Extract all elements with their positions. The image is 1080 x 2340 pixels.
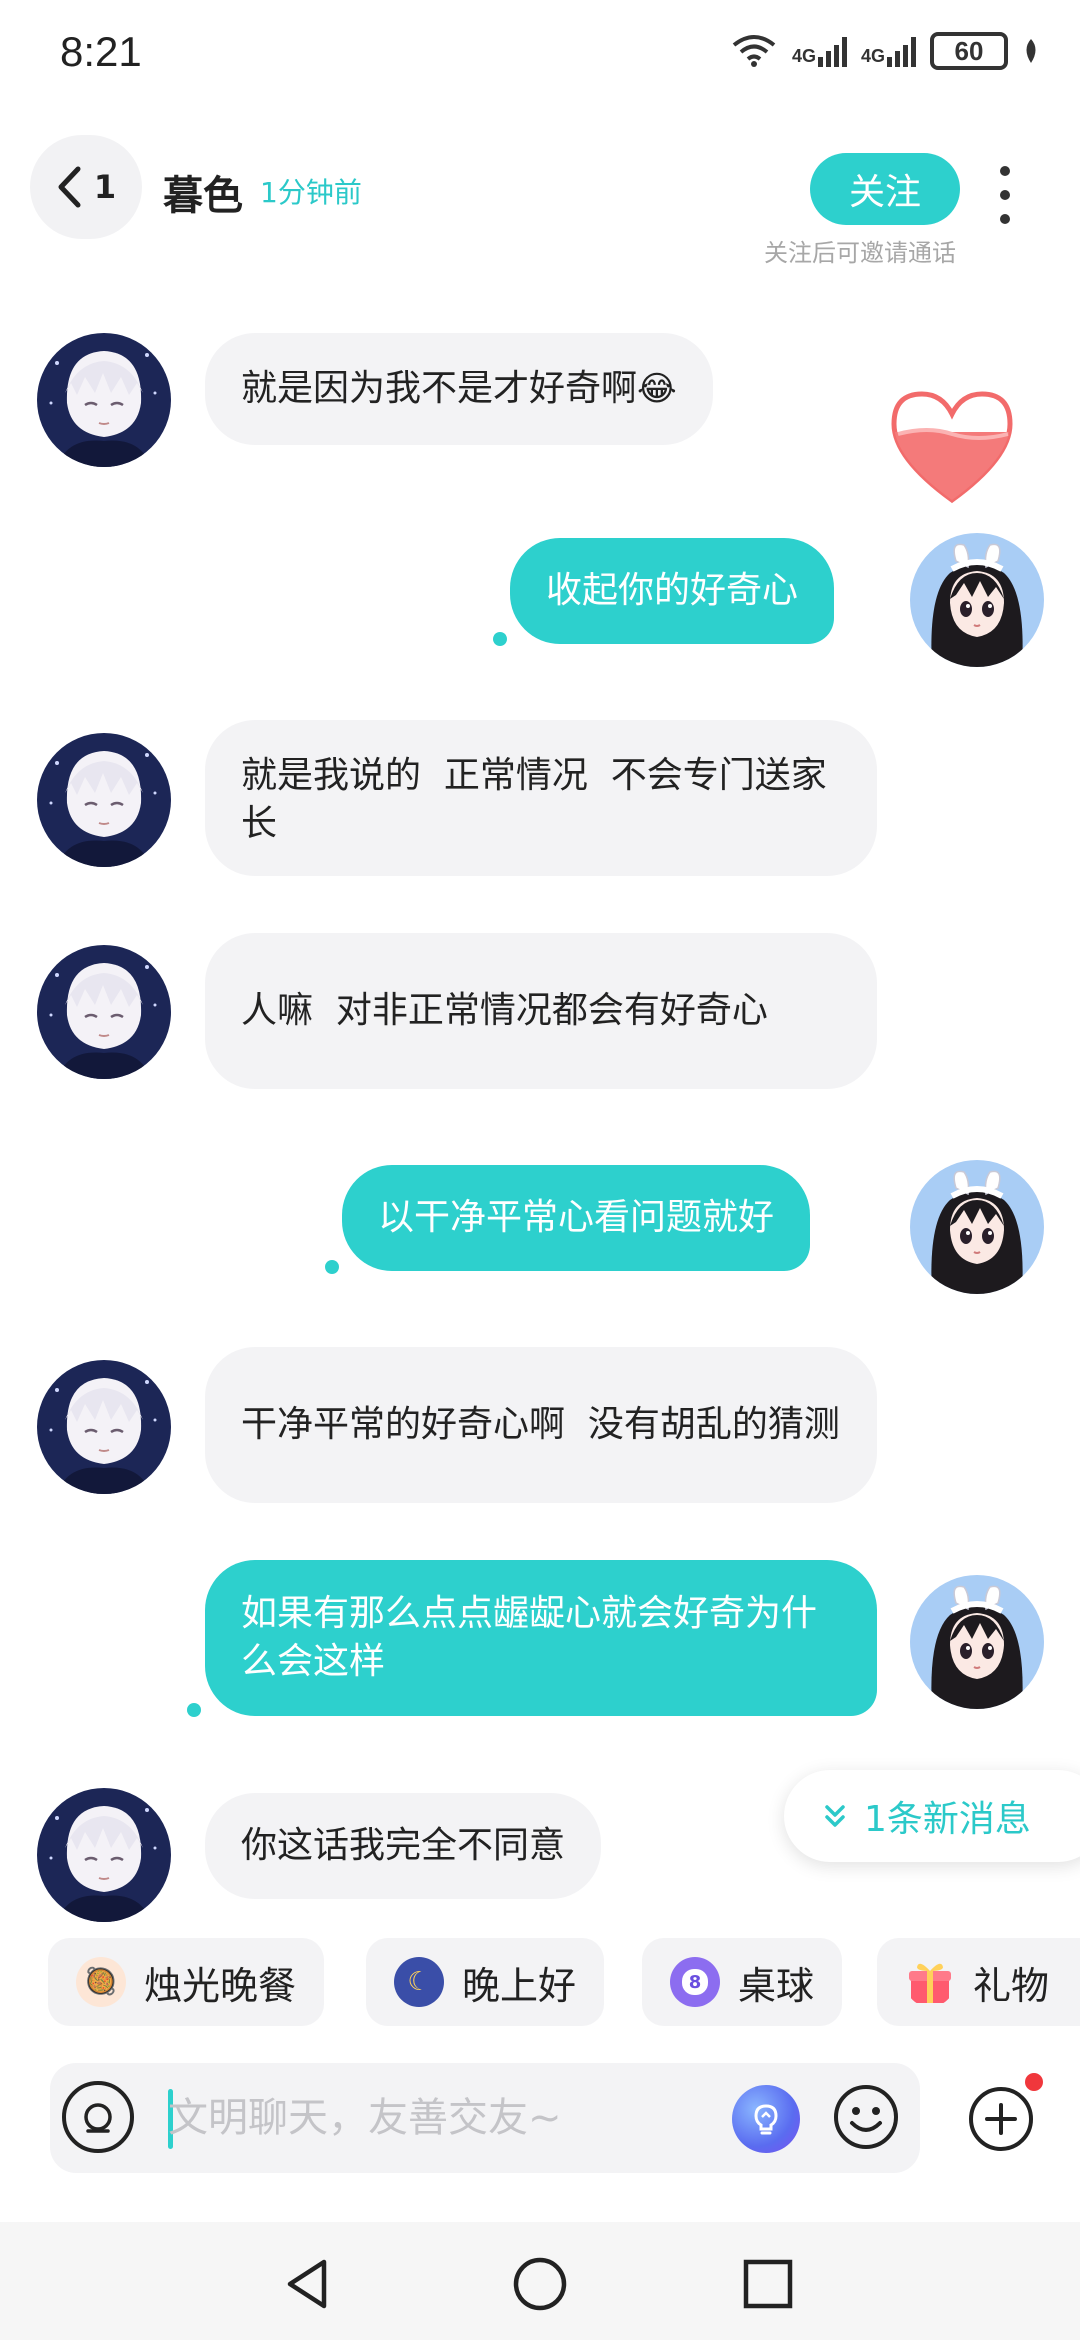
avatar-image	[37, 1360, 171, 1494]
signal-1: 4G	[792, 35, 847, 67]
battery-indicator: 60	[930, 32, 1008, 70]
read-indicator	[493, 632, 507, 646]
laughing-emoji-icon: 😂	[637, 369, 677, 409]
message-bubble-outgoing[interactable]: 如果有那么点点龌龊心就会好奇为什么会这样	[205, 1560, 877, 1716]
read-indicator	[187, 1703, 201, 1717]
last-seen-status: 1分钟前	[260, 176, 362, 209]
message-input[interactable]	[168, 2085, 768, 2151]
avatar-image	[37, 733, 171, 867]
notification-dot	[1025, 2073, 1043, 2091]
avatar-image	[37, 333, 171, 467]
follow-hint: 关注后可邀请通话	[764, 239, 956, 267]
my-avatar[interactable]	[910, 1575, 1044, 1709]
emoji-button[interactable]	[830, 2081, 902, 2153]
dot-icon	[1000, 214, 1010, 224]
chip-label: 晚上好	[462, 1963, 577, 2008]
contact-name[interactable]: 暮色	[163, 163, 243, 221]
message-bubble-incoming[interactable]: 就是因为我不是才好奇啊 😂	[205, 333, 713, 445]
signal-bars-icon	[817, 35, 847, 67]
dot-icon	[1000, 166, 1010, 176]
moon-icon: ☾	[394, 1957, 444, 2007]
message-text: 你这话我完全不同意	[241, 1825, 566, 1866]
status-icons: 4G 4G 60	[730, 32, 1040, 70]
contact-avatar[interactable]	[37, 1788, 171, 1922]
message-text: 干净平常的好奇心啊 没有胡乱的猜测	[241, 1404, 840, 1445]
signal-bars-icon	[887, 35, 916, 67]
follow-button[interactable]: 关注	[810, 153, 960, 225]
dot-icon	[1000, 190, 1010, 200]
chip-label: 礼物	[973, 1963, 1050, 2008]
add-attachment-button[interactable]	[965, 2083, 1037, 2155]
status-bar: 8:21 4G 4G 60	[0, 0, 1080, 105]
voice-input-button[interactable]	[62, 2081, 134, 2153]
network-type-label: 4G	[860, 46, 885, 66]
lightbulb-icon	[754, 2104, 778, 2135]
quick-chip-gift[interactable]: 礼物	[877, 1938, 1080, 2026]
avatar-image	[910, 1575, 1044, 1709]
status-time: 8:21	[60, 28, 142, 75]
message-bubble-outgoing[interactable]: 以干净平常心看问题就好	[342, 1165, 811, 1271]
unread-count: 1	[93, 168, 117, 206]
my-avatar[interactable]	[910, 533, 1044, 667]
message-bubble-incoming[interactable]: 人嘛 对非正常情况都会有好奇心	[205, 933, 877, 1089]
message-text: 收起你的好奇心	[546, 570, 799, 611]
new-message-pill[interactable]: 1条新消息	[784, 1770, 1080, 1862]
message-bubble-incoming[interactable]: 就是我说的 正常情况 不会专门送家长	[205, 720, 877, 876]
message-bubble-incoming[interactable]: 干净平常的好奇心啊 没有胡乱的猜测	[205, 1347, 877, 1503]
avatar-image	[910, 533, 1044, 667]
contact-avatar[interactable]	[37, 733, 171, 867]
more-options-button[interactable]	[985, 160, 1025, 230]
signal-2: 4G	[861, 35, 916, 67]
message-text: 人嘛 对非正常情况都会有好奇心	[241, 990, 768, 1031]
my-avatar[interactable]	[910, 1160, 1044, 1294]
quick-chip-billiards[interactable]: 8 桌球	[642, 1938, 843, 2026]
ball-number: 8	[682, 1969, 708, 1995]
candle-dinner-icon: 🥘	[76, 1957, 126, 2007]
ai-assistant-button[interactable]	[732, 2085, 800, 2153]
nav-home-button[interactable]	[510, 2254, 570, 2314]
quick-chip-good-evening[interactable]: ☾ 晚上好	[366, 1938, 605, 2026]
chip-label: 烛光晚餐	[144, 1963, 297, 2008]
gift-icon	[909, 1963, 951, 2003]
message-text: 以干净平常心看问题就好	[378, 1197, 775, 1238]
message-text: 就是我说的 正常情况 不会专门送家长	[241, 755, 827, 844]
message-bubble-outgoing[interactable]: 收起你的好奇心	[510, 538, 835, 644]
avatar-image	[37, 945, 171, 1079]
message-text: 就是因为我不是才好奇啊	[241, 368, 638, 409]
new-message-label: 1条新消息	[864, 1799, 1031, 1840]
nav-back-button[interactable]	[278, 2254, 338, 2314]
quick-chip-candle-dinner[interactable]: 🥘 烛光晚餐	[48, 1938, 325, 2026]
chevron-left-icon	[58, 166, 81, 208]
billiard-ball-icon: 8	[670, 1957, 720, 2007]
contact-avatar[interactable]	[37, 945, 171, 1079]
leaf-icon	[1026, 39, 1036, 63]
contact-avatar[interactable]	[37, 1360, 171, 1494]
heart-icon[interactable]	[888, 388, 1016, 506]
back-button[interactable]: 1	[30, 135, 142, 239]
chevron-double-down-icon	[825, 1805, 845, 1827]
message-text: 如果有那么点点龌龊心就会好奇为什么会这样	[241, 1593, 818, 1682]
avatar-image	[37, 1788, 171, 1922]
microphone-icon	[84, 2103, 112, 2133]
message-bubble-incoming[interactable]: 你这话我完全不同意	[205, 1793, 602, 1899]
chip-label: 桌球	[738, 1963, 815, 2008]
chat-header: 1 暮色 1分钟前 关注 关注后可邀请通话	[0, 105, 1080, 285]
wifi-icon	[732, 35, 776, 67]
system-nav-bar	[0, 2222, 1080, 2340]
contact-avatar[interactable]	[37, 333, 171, 467]
read-indicator	[325, 1260, 339, 1274]
message-input-bar	[50, 2063, 920, 2173]
avatar-image	[910, 1160, 1044, 1294]
nav-recents-button[interactable]	[738, 2254, 798, 2314]
network-type-label: 4G	[791, 46, 816, 66]
